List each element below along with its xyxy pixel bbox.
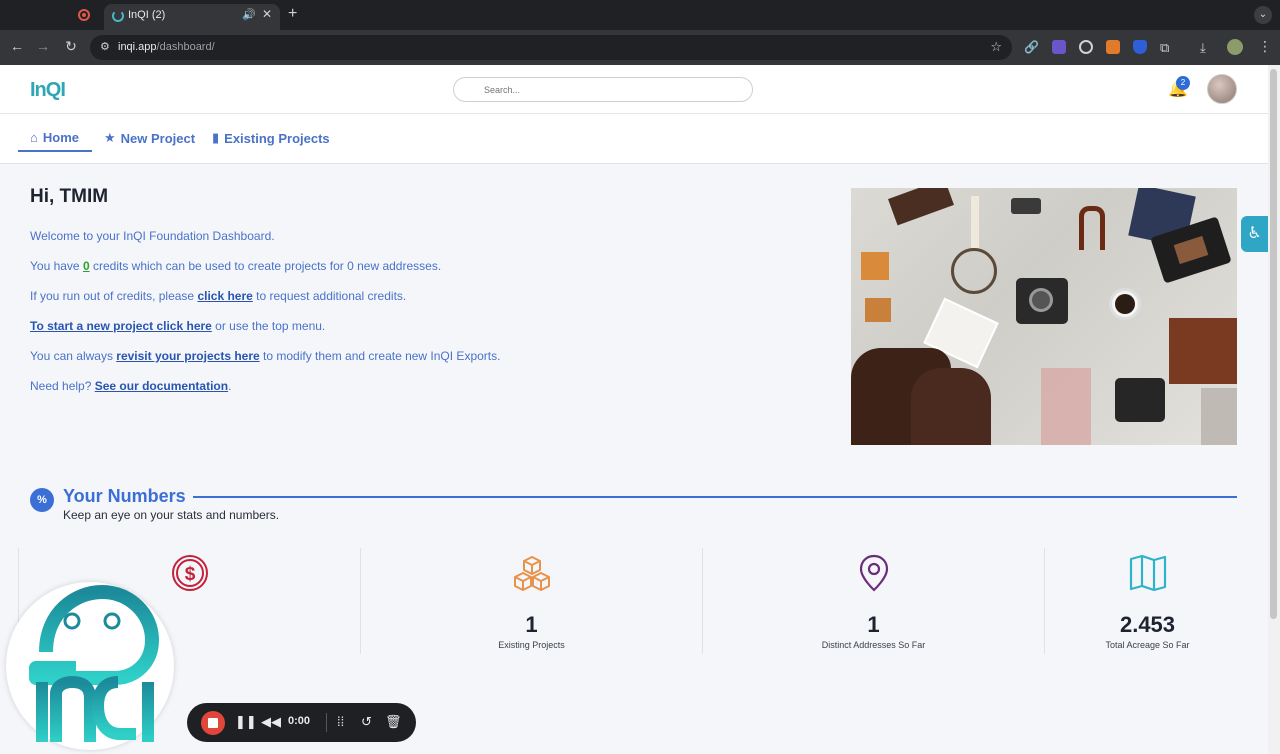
recorder-bar: ❚❚ ◀◀ 0:00 ⁞⁞ ↺ 🗑 <box>187 703 416 742</box>
nav-home-label: Home <box>42 130 79 145</box>
audio-icon[interactable]: 🔊 <box>242 8 256 21</box>
search-input[interactable] <box>453 77 753 102</box>
stat-distinct-addresses: 1 Distinct Addresses So Far <box>702 548 1044 654</box>
url-text: inqi.app/dashboard/ <box>118 41 215 53</box>
greeting-heading: Hi, TMIM <box>30 186 109 207</box>
nav-new-project[interactable]: ★ New Project <box>104 130 195 146</box>
grid-icon[interactable]: ⁞⁞ <box>337 714 344 729</box>
request-credits-link[interactable]: click here <box>197 289 252 303</box>
app-logo[interactable]: InQI <box>30 79 66 102</box>
link-extension-icon[interactable]: 🔗 <box>1024 40 1039 54</box>
nav-active-indicator <box>18 150 92 152</box>
forward-icon[interactable]: → <box>34 38 52 54</box>
pause-icon[interactable]: ❚❚ <box>235 714 257 730</box>
page-scrollbar[interactable] <box>1268 65 1280 754</box>
recording-tab-icon[interactable] <box>78 9 90 21</box>
nav-new-project-label: New Project <box>120 130 196 146</box>
download-icon[interactable]: ⤓ <box>1200 40 1214 55</box>
stat-total-acreage: 2.453 Total Acreage So Far <box>1044 548 1250 654</box>
stat-total-acreage-label: Total Acreage So Far <box>1105 640 1190 650</box>
stop-recording-button[interactable] <box>201 711 225 735</box>
main-nav: ⌂ Home ★ New Project ▮ Existing Projects <box>0 114 1268 164</box>
stat-total-acreage-value: 2.453 <box>1119 612 1176 637</box>
accessibility-icon[interactable]: ♿ <box>1241 216 1268 252</box>
stat-existing-projects: 1 Existing Projects <box>360 548 702 654</box>
nav-existing-projects-label: Existing Projects <box>224 130 330 146</box>
documentation-link[interactable]: See our documentation <box>95 379 228 393</box>
home-icon: ⌂ <box>30 130 38 145</box>
revisit-projects-link[interactable]: revisit your projects here <box>116 349 259 363</box>
bookmark-star-icon[interactable]: ☆ <box>990 39 1002 55</box>
numbers-subtitle: Keep an eye on your stats and numbers. <box>63 508 280 522</box>
close-tab-icon[interactable]: ✕ <box>262 7 272 21</box>
new-tab-button[interactable]: + <box>288 5 297 23</box>
extension-icon[interactable] <box>1052 40 1066 54</box>
recording-timer: 0:00 <box>288 715 311 727</box>
trash-icon[interactable]: 🗑 <box>385 714 402 730</box>
welcome-line: Welcome to your InQI Foundation Dashboar… <box>30 229 275 243</box>
dollar-icon: $ <box>171 555 208 591</box>
user-avatar[interactable] <box>1207 74 1237 104</box>
tab-title: InQI (2) <box>128 9 166 21</box>
app-header: InQI 🔔 2 <box>0 65 1268 114</box>
dashboard-hero-image <box>851 188 1237 445</box>
rewind-icon[interactable]: ◀◀ <box>261 714 281 730</box>
nav-existing-projects[interactable]: ▮ Existing Projects <box>212 130 330 146</box>
stat-distinct-addresses-value: 1 <box>867 612 880 637</box>
svg-text:$: $ <box>184 564 195 585</box>
robot-logo-icon <box>29 585 159 742</box>
boxes-icon <box>513 556 550 591</box>
site-info-icon[interactable]: ⚙ <box>100 40 110 53</box>
stat-existing-projects-label: Existing Projects <box>498 640 565 650</box>
browser-menu-icon[interactable]: ⋮ <box>1258 38 1272 55</box>
shield-extension-icon[interactable] <box>1133 40 1147 54</box>
numbers-title: Your Numbers <box>63 486 186 506</box>
tab-favicon-icon <box>112 10 124 22</box>
chatbot-bubble[interactable] <box>6 582 174 750</box>
scroll-thumb[interactable] <box>1270 69 1277 619</box>
help-line: Need help? See our documentation. <box>30 379 232 393</box>
profile-avatar[interactable] <box>1227 39 1243 55</box>
revisit-line: You can always revisit your projects her… <box>30 349 501 363</box>
tab-search-menu-icon[interactable]: ⌄ <box>1254 6 1272 24</box>
credits-line: You have 0 credits which can be used to … <box>30 259 442 273</box>
extensions-puzzle-icon[interactable]: ⧉ <box>1160 40 1174 55</box>
notification-badge: 2 <box>1176 76 1190 90</box>
nav-home[interactable]: ⌂ Home <box>30 130 79 145</box>
star-icon: ★ <box>104 130 116 145</box>
restart-icon[interactable]: ↺ <box>361 714 372 730</box>
metamask-extension-icon[interactable] <box>1106 40 1120 54</box>
new-project-link[interactable]: To start a new project click here <box>30 319 212 333</box>
percent-icon: % <box>30 488 54 512</box>
map-pin-icon <box>859 554 888 592</box>
reload-icon[interactable]: ↻ <box>62 38 80 55</box>
title-divider <box>193 496 1237 498</box>
credits-count: 0 <box>82 259 90 273</box>
address-bar[interactable]: ⚙ inqi.app/dashboard/ ☆ <box>90 35 1012 60</box>
back-icon[interactable]: ← <box>8 38 26 54</box>
page: InQI 🔔 2 ⌂ Home ★ New Project ▮ Existing… <box>0 65 1268 754</box>
recorder-divider <box>326 713 327 732</box>
active-tab[interactable]: InQI (2) 🔊 ✕ <box>104 4 280 30</box>
browser-tab-bar: InQI (2) 🔊 ✕ + ⌄ <box>0 0 1280 30</box>
stat-distinct-addresses-label: Distinct Addresses So Far <box>821 640 926 650</box>
new-project-line: To start a new project click here or use… <box>30 319 326 333</box>
stat-existing-projects-value: 1 <box>525 612 538 637</box>
timer-extension-icon[interactable] <box>1079 40 1093 54</box>
map-icon <box>1129 554 1166 592</box>
request-credits-line: If you run out of credits, please click … <box>30 289 407 303</box>
book-icon: ▮ <box>212 130 220 145</box>
